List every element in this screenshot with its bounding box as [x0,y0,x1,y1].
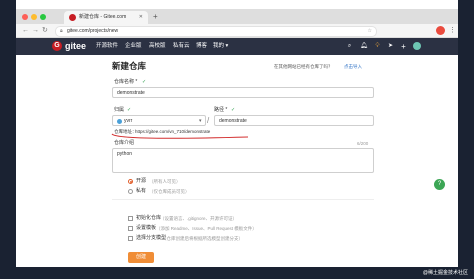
repo-name-value: demonstrate [117,90,145,96]
init-repo-label: 初始化仓库 [136,215,162,221]
init-repo-checkbox[interactable] [128,216,133,221]
description-char-count: 6/200 [357,141,369,146]
description-label: 仓库介绍 [114,140,135,146]
divider [112,199,374,200]
tab-bar: 新建仓库 - Gitee.com ✕ + [16,9,458,24]
visibility-private-radio[interactable] [128,189,133,194]
profile-avatar[interactable] [436,26,445,35]
browser-tab[interactable]: 新建仓库 - Gitee.com ✕ [64,11,148,24]
repo-name-label: 仓库名称 * [114,79,138,85]
repo-name-ok-icon: ✓ [142,79,147,85]
path-label: 路径 * [214,107,228,113]
search-icon[interactable]: ⌕ [346,43,353,50]
nav-enterprise[interactable]: 企业版 [125,38,142,55]
path-input[interactable]: demonstrate [214,115,374,126]
nav-blog[interactable]: 博客 [196,38,207,55]
owner-avatar [117,119,122,124]
import-prompt: 在其他网站已经有仓库了吗？ [274,64,333,69]
url-field[interactable]: 🔒︎ gitee.com/projects/new ☆ [55,26,377,37]
nav-private-cloud[interactable]: 私有云 [173,38,190,55]
add-icon[interactable]: + [400,43,407,51]
gitee-logo-icon[interactable]: G [52,41,62,51]
minimize-window-dot[interactable] [31,14,37,20]
nav-university[interactable]: 高校版 [149,38,166,55]
close-window-dot[interactable] [22,14,28,20]
help-button[interactable]: ? [434,179,445,190]
init-repo-hint: （设置语言、.gitignore、开源许可证） [160,216,238,221]
set-template-checkbox[interactable] [128,226,133,231]
page-title: 新建仓库 [112,61,147,71]
new-tab-icon[interactable]: + [153,10,158,23]
watermark: @稀土掘金技术社区 [422,270,468,276]
repo-address-value: https://gitee.com/vn_710/demonstrate [135,129,211,134]
zoom-window-dot[interactable] [40,14,46,20]
path-value: demonstrate [219,118,247,124]
chevron-down-icon: ▾ [199,118,202,124]
user-avatar[interactable] [413,42,421,50]
tab-title: 新建仓库 - Gitee.com [79,14,127,20]
branch-model-hint: （仓库创建后将根据所选模型创建分支） [162,236,243,241]
owner-value: yvrr [124,118,133,124]
visibility-private-hint: （仅仓库成员可见） [149,189,190,194]
desktop-background-left [0,0,16,279]
screenshot: 新建仓库 - Gitee.com ✕ + ← → ↻ 🔒︎ gitee.com/… [0,0,474,279]
send-icon[interactable]: ➤ [387,43,394,50]
bell-icon[interactable]: 🔔︎ [360,43,368,50]
lock-icon: 🔒︎ [60,28,63,34]
description-textarea[interactable]: python [112,148,374,173]
desktop-background-right [458,0,474,279]
visibility-public-label: 开源 [136,178,147,184]
bookmark-star-icon[interactable]: ☆ [368,27,372,36]
desktop-background-bottom [0,267,474,279]
browser-menu-icon[interactable]: ⋮ [449,25,456,36]
path-separator: / [207,116,210,125]
nav-open-source[interactable]: 开源软件 [96,38,118,55]
create-button[interactable]: 创建 [128,252,154,263]
back-icon[interactable]: ← [22,25,29,36]
lightbulb-icon[interactable]: 💡︎ [374,43,381,50]
forward-icon[interactable]: → [32,25,39,36]
gitee-favicon-icon [69,14,76,21]
branch-model-checkbox[interactable] [128,236,133,241]
owner-ok-icon: ✓ [127,107,132,113]
url-text: gitee.com/projects/new [67,28,119,34]
import-link[interactable]: 点击导入 [344,63,362,70]
site-header: G gitee 开源软件 企业版 高校版 私有云 博客 我的 ▾ ⌕ 🔔︎ 💡︎… [16,38,458,55]
description-value: python [117,151,133,157]
reload-icon[interactable]: ↻ [42,25,48,36]
visibility-public-hint: （所有人可见） [149,179,181,184]
browser-window: 新建仓库 - Gitee.com ✕ + ← → ↻ 🔒︎ gitee.com/… [16,9,458,267]
gitee-logo-text[interactable]: gitee [65,39,86,53]
close-tab-icon[interactable]: ✕ [139,11,143,24]
visibility-private-label: 私有 [136,188,147,194]
set-template-label: 设置模板 [136,225,157,231]
path-ok-icon: ✓ [231,107,236,113]
visibility-public-radio[interactable] [128,179,133,184]
address-bar-row: ← → ↻ 🔒︎ gitee.com/projects/new ☆ ⋮ [16,24,458,38]
set-template-hint: （添加 Readme、Issue、Pull Request 模板文件） [156,226,257,231]
owner-select[interactable]: yvrr ▾ [112,115,206,126]
repo-address-label: 仓库地址： [114,129,137,134]
nav-mine[interactable]: 我的 ▾ [213,38,228,55]
repo-name-input[interactable]: demonstrate [112,87,374,98]
owner-label: 归属 [114,107,125,113]
page-content: 新建仓库 在其他网站已经有仓库了吗？ 点击导入 仓库名称 * ✓ demonst… [16,55,458,267]
